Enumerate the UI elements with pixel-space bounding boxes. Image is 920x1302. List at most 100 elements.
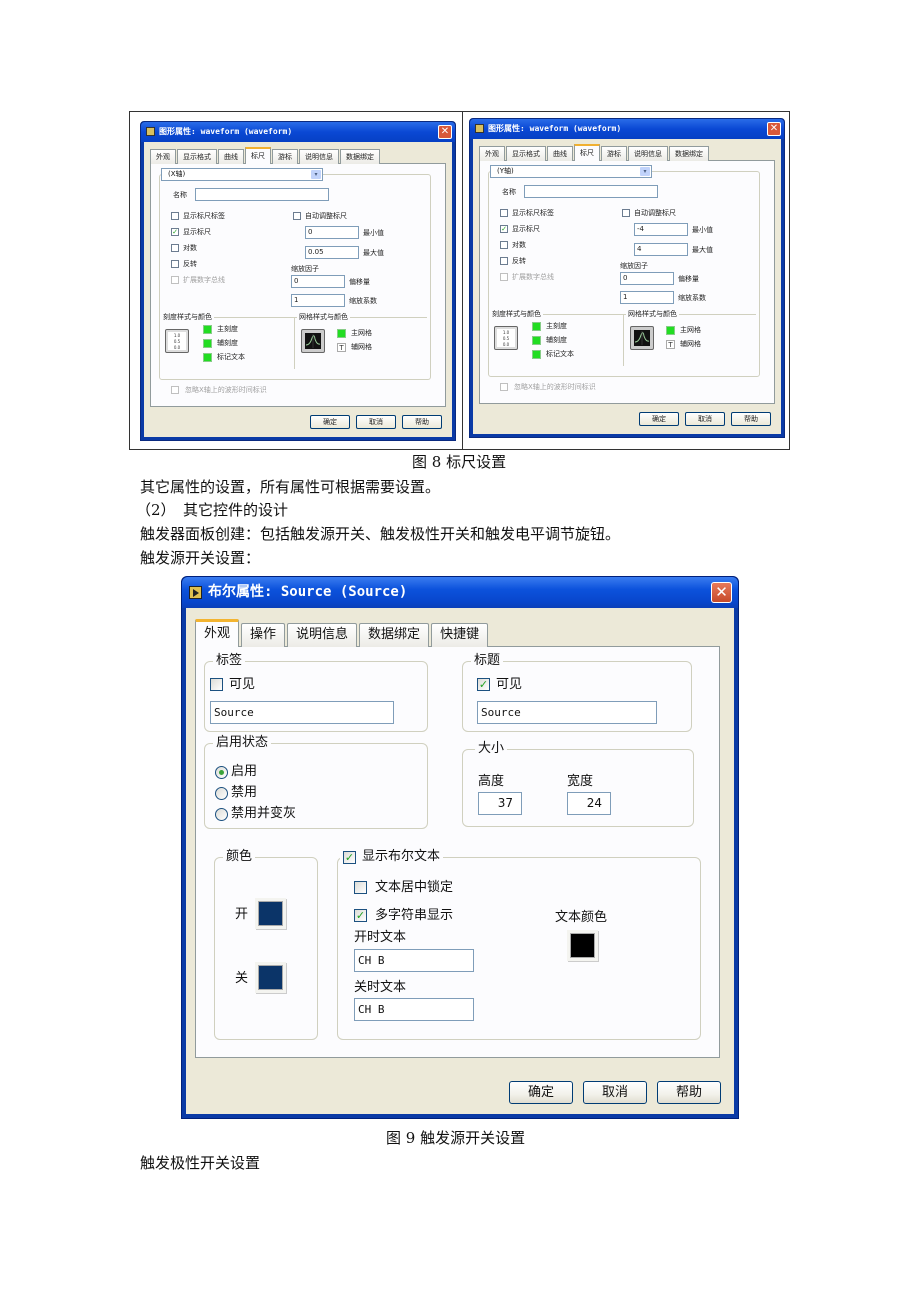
tab[interactable]: 游标 <box>601 146 627 161</box>
tab[interactable]: 快捷键 <box>431 623 489 647</box>
tab[interactable]: 曲线 <box>547 146 573 161</box>
section-heading: （2） 其它控件的设计 <box>136 501 289 519</box>
text-color-swatch[interactable] <box>567 930 598 961</box>
radio-disabled-label: 禁用 <box>231 785 258 800</box>
multiplier-input[interactable]: 1 <box>620 291 674 304</box>
minor-tick-color[interactable] <box>203 339 212 348</box>
tab[interactable]: 操作 <box>241 623 286 647</box>
on-color-swatch[interactable] <box>255 898 286 929</box>
axis-select[interactable]: (X轴) ▾ <box>161 168 323 181</box>
min-input[interactable]: -4 <box>634 223 688 236</box>
scale-style-icon[interactable]: 1.0 0.5 0.0 <box>165 329 189 353</box>
radio-disabled-grayed[interactable] <box>215 808 228 821</box>
ok-button[interactable]: 确定 <box>509 1081 573 1104</box>
major-tick-color[interactable] <box>203 325 212 334</box>
show-boolean-text-checkbox[interactable]: ✓ <box>343 851 356 864</box>
on-text-input[interactable]: CH B <box>354 949 474 972</box>
scale-style-icon[interactable]: 1.0 0.5 0.0 <box>494 326 518 350</box>
close-icon[interactable]: ✕ <box>438 125 452 139</box>
show-scale-label-checkbox[interactable] <box>171 212 179 220</box>
multiplier-input[interactable]: 1 <box>291 294 345 307</box>
tab[interactable]: 数据绑定 <box>340 149 380 164</box>
label-group: 标签 可见 Source <box>204 653 428 732</box>
help-button[interactable]: 帮助 <box>402 415 442 429</box>
radio-enabled[interactable] <box>215 766 228 779</box>
show-scale-checkbox[interactable]: ✓ <box>171 228 179 236</box>
major-tick-color[interactable] <box>532 322 541 331</box>
max-input[interactable]: 0.05 <box>305 246 359 259</box>
name-input[interactable] <box>524 185 658 198</box>
autoscale-checkbox[interactable] <box>622 209 630 217</box>
tab[interactable]: 曲线 <box>218 149 244 164</box>
cancel-button[interactable]: 取消 <box>356 415 396 429</box>
close-icon[interactable]: ✕ <box>767 122 781 136</box>
tab-panel: 标签 可见 Source 标题 ✓ 可见 Source 启用状态 启用 禁用 禁 <box>195 646 720 1058</box>
major-grid-color[interactable] <box>666 326 675 335</box>
tab[interactable]: 外观 <box>195 619 240 647</box>
min-label: 最小值 <box>692 226 713 234</box>
name-input[interactable] <box>195 188 329 201</box>
off-color-swatch[interactable] <box>255 962 286 993</box>
close-icon[interactable]: ✕ <box>711 582 732 603</box>
multi-string-checkbox[interactable]: ✓ <box>354 909 367 922</box>
cancel-button[interactable]: 取消 <box>583 1081 647 1104</box>
label-text-input[interactable]: Source <box>210 701 394 724</box>
tab[interactable]: 标尺 <box>245 147 271 164</box>
tab[interactable]: 标尺 <box>574 144 600 161</box>
height-input[interactable]: 37 <box>478 792 522 815</box>
chevron-down-icon[interactable]: ▾ <box>640 167 650 176</box>
show-scale-label-checkbox[interactable] <box>500 209 508 217</box>
marker-text-color[interactable] <box>532 350 541 359</box>
tab[interactable]: 说明信息 <box>287 623 358 647</box>
minor-grid-transparent-icon[interactable]: T <box>666 340 675 349</box>
radio-disabled-grayed-label: 禁用并变灰 <box>231 806 297 821</box>
chevron-down-icon[interactable]: ▾ <box>311 170 321 179</box>
log-checkbox[interactable] <box>171 244 179 252</box>
autoscale-checkbox[interactable] <box>293 212 301 220</box>
max-input[interactable]: 4 <box>634 243 688 256</box>
caption-visible-checkbox[interactable]: ✓ <box>477 678 490 691</box>
expand-digital-checkbox[interactable] <box>500 273 508 281</box>
ignore-timestamp-checkbox[interactable] <box>500 383 508 391</box>
off-text-input[interactable]: CH B <box>354 998 474 1021</box>
major-grid-label: 主网格 <box>351 329 372 337</box>
cancel-button[interactable]: 取消 <box>685 412 725 426</box>
minor-tick-color[interactable] <box>532 336 541 345</box>
caption-text-input[interactable]: Source <box>477 701 657 724</box>
invert-checkbox[interactable] <box>171 260 179 268</box>
tab[interactable]: 显示格式 <box>506 146 546 161</box>
show-scale-checkbox[interactable]: ✓ <box>500 225 508 233</box>
name-label: 名称 <box>173 191 187 199</box>
tab[interactable]: 显示格式 <box>177 149 217 164</box>
help-button[interactable]: 帮助 <box>731 412 771 426</box>
label-visible-checkbox[interactable] <box>210 678 223 691</box>
offset-input[interactable]: 0 <box>291 275 345 288</box>
invert-checkbox[interactable] <box>500 257 508 265</box>
tab[interactable]: 外观 <box>150 149 176 164</box>
min-input[interactable]: 0 <box>305 226 359 239</box>
ok-button[interactable]: 确定 <box>639 412 679 426</box>
offset-input[interactable]: 0 <box>620 272 674 285</box>
help-button[interactable]: 帮助 <box>657 1081 721 1104</box>
tab[interactable]: 数据绑定 <box>359 623 430 647</box>
expand-digital-checkbox[interactable] <box>171 276 179 284</box>
radio-disabled[interactable] <box>215 787 228 800</box>
log-checkbox[interactable] <box>500 241 508 249</box>
major-grid-color[interactable] <box>337 329 346 338</box>
offset-label: 偏移量 <box>349 278 370 286</box>
tab[interactable]: 数据绑定 <box>669 146 709 161</box>
marker-text-color[interactable] <box>203 353 212 362</box>
tab[interactable]: 游标 <box>272 149 298 164</box>
width-input[interactable]: 24 <box>567 792 611 815</box>
grid-style-icon[interactable] <box>630 326 654 350</box>
ignore-timestamp-checkbox[interactable] <box>171 386 179 394</box>
grid-style-icon[interactable] <box>301 329 325 353</box>
minor-grid-transparent-icon[interactable]: T <box>337 343 346 352</box>
tab[interactable]: 外观 <box>479 146 505 161</box>
ok-button[interactable]: 确定 <box>310 415 350 429</box>
ignore-timestamp-label: 忽略X轴上的波形时间标识 <box>185 386 267 394</box>
tab[interactable]: 说明信息 <box>299 149 339 164</box>
lock-center-checkbox[interactable] <box>354 881 367 894</box>
tab[interactable]: 说明信息 <box>628 146 668 161</box>
axis-select[interactable]: (Y轴) ▾ <box>490 165 652 178</box>
